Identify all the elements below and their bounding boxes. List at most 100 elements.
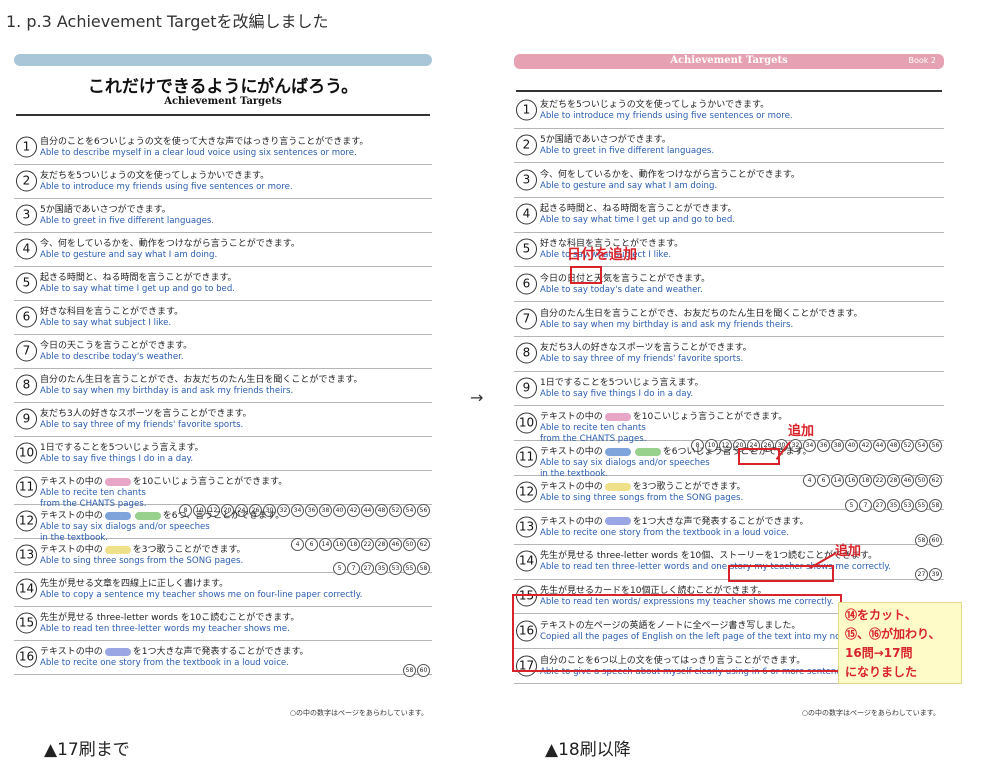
page-subtitle: Achievement Targets [164, 96, 282, 107]
annotation-added: 追加 [788, 424, 815, 439]
section-icon [604, 482, 631, 491]
item-japanese: 今日の天こうを言うことができます。 [40, 341, 193, 351]
old-edition-page: これだけできるようにがんばろう。 Achievement Targets 1 自分… [10, 46, 436, 722]
section-icon [104, 477, 131, 486]
item-english: Able to read ten three-letter words and … [540, 562, 891, 573]
section-icon [104, 545, 131, 554]
item-japanese: 5か国語であいさつができます。 [540, 135, 671, 146]
list-item: 7 自分のたん生日を言うことができ、お友だちのたん生日を聞くことができます。 Abl… [514, 301, 944, 337]
list-item: 5 起きる時間と、ねる時間を言うことができます。 Able to say what … [14, 266, 432, 301]
item-english: Able to say five things I do in a day. [540, 388, 694, 399]
item-japanese: 1日ですることを5ついじょう言えます。 [540, 377, 704, 388]
page-title: Achievement Targets [670, 55, 788, 66]
item-japanese: 今、何をしているかを、動作をつけながら言うことができます。 [40, 239, 300, 249]
list-item: 7 今日の天こうを言うことができます。 Able to describe today… [14, 334, 432, 369]
page-number: 58 [403, 664, 416, 677]
item-japanese: 友だち3人の好きなスポーツを言うことができます。 [40, 409, 252, 419]
list-item: 12 テキストの中の を3つ歌うことができます。 Able to sing three… [514, 475, 944, 513]
page-title: これだけできるようにがんばろう。 [87, 77, 359, 97]
item-number: 10 [516, 412, 537, 434]
item-number: 8 [16, 374, 37, 396]
item-number: 5 [16, 272, 37, 294]
item-number: 8 [516, 342, 537, 364]
item-english: Able to recite one story from the textbo… [540, 527, 789, 538]
item-english: Able to say when my birthday is and ask … [40, 386, 294, 396]
item-english: Able to read ten three-letter words my t… [40, 624, 290, 634]
item-japanese: 自分のことを6ついじょうの文を使って大きな声ではっきり言うことができます。 [40, 137, 369, 147]
item-japanese: 5か国語であいさつができます。 [40, 205, 171, 215]
item-english: Able to greet in five different language… [540, 146, 715, 157]
page-number: 60 [417, 664, 430, 677]
highlight-box [570, 266, 602, 284]
section-icon [134, 511, 161, 520]
item-number: 1 [16, 136, 37, 158]
footnote: ○の中の数字はページをあらわしています。 [801, 709, 940, 717]
divider [16, 114, 430, 116]
list-item: 1 友だちを5ついじょうの文を使ってしょうかいできます。 Able to intro… [514, 93, 944, 129]
annotation-date-added: 日付を追加 [567, 247, 637, 263]
item-japanese: 友だちを5ついじょうの文を使ってしょうかいできます。 [540, 100, 770, 111]
section-icon [634, 447, 661, 456]
item-number: 11 [16, 476, 37, 498]
item-japanese: 友だちを5ついじょうの文を使ってしょうかいできます。 [40, 171, 270, 181]
item-japanese: テキストの中の を3つ歌うことができます。 [40, 545, 246, 555]
item-number: 6 [516, 273, 537, 295]
item-english: Able to gesture and say what I am doing. [40, 250, 218, 260]
item-japanese: 自分のたん生日を言うことができ、お友だちのたん生日を聞くことができます。 [540, 308, 863, 319]
item-japanese: テキストの中の を1つ大きな声で発表することができます。 [540, 516, 809, 527]
item-number: 14 [16, 578, 37, 600]
footnote: ○の中の数字はページをあらわしています。 [289, 709, 428, 717]
list-item: 4 今、何をしているかを、動作をつけながら言うことができます。 Able to ge… [14, 232, 432, 267]
item-english: Able to say what time I get up and go to… [40, 284, 236, 294]
item-number: 6 [16, 306, 37, 328]
list-item: 8 友だち3人の好きなスポーツを言うことができます。 Able to say thr… [514, 336, 944, 372]
annotation-added: 追加 [835, 544, 862, 559]
list-item: 1 自分のことを6ついじょうの文を使って大きな声ではっきり言うことができます。 Ab… [14, 130, 432, 165]
divider [516, 90, 942, 92]
list-item: 11 テキストの中の を6ついじょう言うことができます。 Able to say si… [514, 440, 944, 487]
item-english: Able to greet in five different language… [40, 216, 215, 226]
item-number: 2 [16, 170, 37, 192]
item-number: 1 [516, 99, 537, 121]
section-icon [604, 412, 631, 421]
list-item: 16 テキストの中の を1つ大きな声で発表することができます。 Able to rec… [14, 640, 432, 677]
list-item: 4 起きる時間と、ねる時間を言うことができます。 Able to say what … [514, 197, 944, 233]
item-japanese: 今日の日付と天気を言うことができます。 [540, 273, 711, 284]
list-item: 3 今、何をしているかを、動作をつけながら言うことができます。 Able to ge… [514, 162, 944, 199]
item-english: Able to describe myself in a clear loud … [40, 148, 357, 158]
item-japanese: 先生が見せる three-letter words を10こ読むことができます。 [40, 613, 300, 623]
item-number: 13 [16, 544, 37, 566]
list-item: 8 自分のたん生日を言うことができ、お友だちのたん生日を聞くことができます。 Abl… [14, 368, 432, 403]
section-icon [104, 511, 131, 520]
item-number: 10 [16, 442, 37, 464]
item-english: Able to say what subject I like. [40, 318, 172, 328]
section-icon [604, 517, 631, 526]
list-item: 12 テキストの中の を6つ、言うことができます。 Able to say six d… [14, 504, 432, 551]
list-item: 9 友だち3人の好きなスポーツを言うことができます。 Able to say thr… [14, 402, 432, 437]
page-references: 58 60 [402, 657, 430, 677]
item-number: 4 [516, 203, 537, 225]
list-item: 13 テキストの中の を3つ歌うことができます。 Able to sing three… [14, 538, 432, 575]
arrow-icon: → [470, 388, 484, 407]
item-japanese: テキストの中の を1つ大きな声で発表することができます。 [40, 647, 309, 657]
item-english: Able to say what time I get up and go to… [540, 215, 736, 226]
caption-old: ▲17刷まで [44, 740, 130, 760]
item-number: 7 [16, 340, 37, 362]
item-english: Able to say five things I do in a day. [40, 454, 194, 464]
list-item: 10 テキストの中の を10こいじょう言うことができます。 Able to recit… [514, 405, 944, 453]
list-item: 6 好きな科目を言うことができます。 Able to say what subjec… [14, 300, 432, 335]
list-item: 2 友だちを5ついじょうの文を使ってしょうかいできます。 Able to intro… [14, 164, 432, 199]
item-number: 7 [516, 308, 537, 330]
item-english: Able to say three of my friends' favorit… [40, 420, 244, 430]
item-number: 3 [16, 204, 37, 226]
item-japanese: 1日ですることを5ついじょう言えます。 [40, 443, 204, 453]
item-number: 3 [516, 169, 537, 191]
highlight-box [512, 594, 842, 672]
item-number: 2 [516, 134, 537, 156]
list-item: 13 テキストの中の を1つ大きな声で発表することができます。 Able to rec… [514, 509, 944, 547]
item-japanese: テキストの中の を3つ歌うことができます。 [540, 482, 746, 493]
item-english: Able to say when my birthday is and ask … [540, 319, 794, 330]
item-japanese: 起きる時間と、ねる時間を言うことができます。 [540, 204, 737, 215]
list-item: 10 1日ですることを5ついじょう言えます。 Able to say five th… [14, 436, 432, 471]
item-english: Able to copy a sentence my teacher shows… [40, 590, 363, 600]
